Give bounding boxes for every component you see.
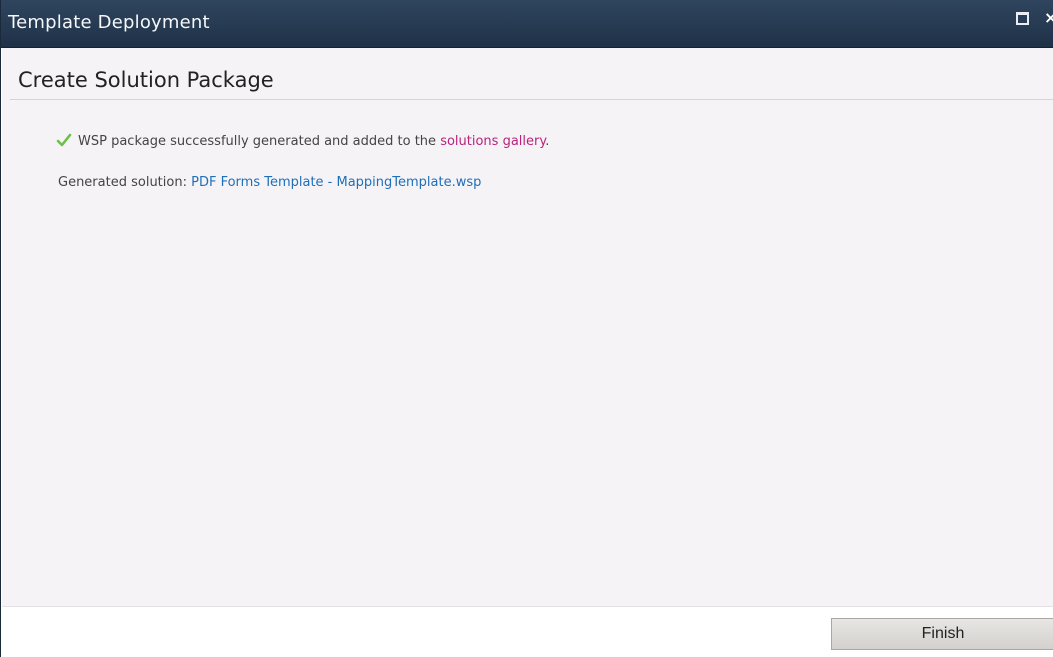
maximize-icon[interactable]: [1016, 12, 1029, 25]
finish-button[interactable]: Finish: [831, 618, 1053, 650]
page-title: Create Solution Package: [18, 68, 274, 92]
solutions-gallery-link[interactable]: solutions gallery: [440, 134, 545, 149]
dialog-window: Template Deployment × Create Solution Pa…: [0, 0, 1053, 657]
heading-divider: [10, 99, 1053, 100]
title-bar[interactable]: Template Deployment ×: [1, 0, 1053, 48]
success-text: WSP package successfully generated and a…: [78, 134, 437, 149]
close-icon[interactable]: ×: [1044, 8, 1053, 27]
generated-solution-label: Generated solution:: [58, 175, 187, 190]
window-title: Template Deployment: [8, 12, 210, 33]
generated-solution: Generated solution: PDF Forms Template -…: [58, 175, 481, 190]
dialog-content: Create Solution Package WSP package succ…: [2, 48, 1053, 606]
success-text-end: .: [545, 134, 550, 149]
success-message: WSP package successfully generated and a…: [56, 133, 549, 149]
checkmark-icon: [56, 133, 72, 147]
generated-solution-link[interactable]: PDF Forms Template - MappingTemplate.wsp: [191, 175, 481, 190]
footer-divider: [2, 606, 1053, 607]
